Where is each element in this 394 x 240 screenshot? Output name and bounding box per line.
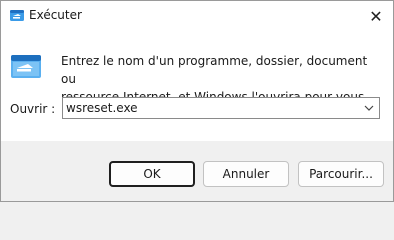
close-icon: ✕	[369, 6, 383, 26]
description-line-1: Entrez le nom d'un programme, dossier, d…	[61, 54, 368, 86]
run-dialog-icon	[10, 53, 42, 81]
cancel-button[interactable]: Annuler	[203, 161, 289, 187]
browse-button[interactable]: Parcourir...	[298, 161, 384, 187]
close-button[interactable]: ✕	[359, 1, 393, 31]
run-app-icon	[9, 8, 25, 24]
open-label: Ouvrir :	[10, 102, 56, 116]
command-combobox[interactable]	[62, 97, 380, 119]
window-title: Exécuter	[29, 8, 82, 22]
chevron-down-icon[interactable]	[362, 101, 376, 115]
run-dialog-window: Exécuter ✕ Entrez le nom d'un programme,…	[0, 0, 394, 202]
ok-button[interactable]: OK	[109, 161, 195, 187]
title-bar[interactable]: Exécuter ✕	[1, 1, 393, 31]
command-input[interactable]	[66, 98, 356, 118]
